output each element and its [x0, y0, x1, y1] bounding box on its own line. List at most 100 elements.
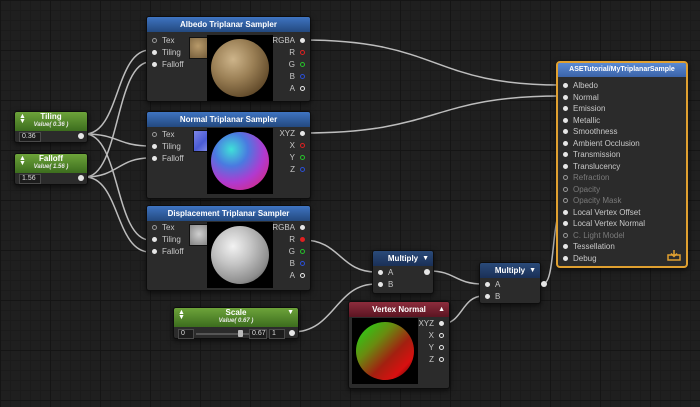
vertex-normal-header[interactable]: Vertex Normal ▲	[349, 302, 449, 317]
port-dot[interactable]	[300, 249, 305, 254]
displacement-output-b[interactable]: B	[290, 259, 306, 269]
port-dot[interactable]	[563, 221, 568, 226]
tiling-node-header[interactable]: ▲ ▼ Tiling Value( 0.36 )	[15, 112, 87, 131]
master-node-header[interactable]: ASETutorial/MyTriplanarSample	[558, 63, 686, 77]
port-dot[interactable]	[300, 143, 305, 148]
port-dot[interactable]	[563, 129, 568, 134]
normal-input-tex[interactable]: Tex	[151, 130, 174, 140]
normal-sampler-header[interactable]: Normal Triplanar Sampler	[147, 112, 310, 127]
master-port-emission[interactable]: Emission	[563, 103, 605, 114]
vertex-normal-output-x[interactable]: X	[429, 331, 445, 341]
master-output-node[interactable]: ASETutorial/MyTriplanarSample Albedo Norm…	[556, 61, 688, 268]
scale-slider-min[interactable]: 0	[178, 329, 194, 339]
port-dot[interactable]	[563, 244, 568, 249]
falloff-output-port[interactable]	[78, 175, 84, 181]
port-dot[interactable]	[300, 131, 305, 136]
port-dot[interactable]	[152, 249, 157, 254]
albedo-output-g[interactable]: G	[289, 60, 306, 70]
port-dot[interactable]	[300, 261, 305, 266]
port-dot[interactable]	[300, 86, 305, 91]
port-dot[interactable]	[300, 167, 305, 172]
port-dot[interactable]	[563, 186, 568, 192]
falloff-value-field[interactable]: 1.56	[19, 174, 41, 184]
port-dot[interactable]	[563, 152, 568, 157]
port-dot[interactable]	[300, 155, 305, 160]
dropdown-arrow-icon[interactable]: ▼	[422, 251, 429, 266]
albedo-input-tex[interactable]: Tex	[151, 36, 174, 46]
normal-output-x[interactable]: X	[290, 141, 306, 151]
port-dot[interactable]	[152, 38, 157, 43]
master-port-albedo[interactable]: Albedo	[563, 80, 598, 91]
master-port-c-light-model[interactable]: C. Light Model	[563, 230, 625, 241]
master-port-smoothness[interactable]: Smoothness	[563, 126, 617, 137]
displacement-input-tex[interactable]: Tex	[151, 223, 174, 233]
master-port-opacity-mask[interactable]: Opacity Mask	[563, 195, 621, 206]
albedo-input-falloff[interactable]: Falloff	[151, 60, 184, 70]
normal-output-z[interactable]: Z	[290, 165, 306, 175]
port-dot[interactable]	[563, 255, 568, 261]
vertex-normal-output-z[interactable]: Z	[429, 355, 445, 365]
port-dot[interactable]	[439, 357, 444, 362]
port-dot[interactable]	[152, 156, 157, 161]
save-icon[interactable]	[667, 248, 681, 261]
albedo-output-b[interactable]: B	[290, 72, 306, 82]
albedo-output-a[interactable]: A	[290, 84, 306, 94]
albedo-output-rgba[interactable]: RGBA	[272, 36, 306, 46]
displacement-output-a[interactable]: A	[290, 271, 306, 281]
vertex-normal-output-y[interactable]: Y	[429, 343, 445, 353]
scale-slider-max[interactable]: 1	[269, 329, 285, 339]
multiply-node-2[interactable]: Multiply ▼ A B	[479, 262, 547, 304]
port-dot[interactable]	[152, 237, 157, 242]
port-dot[interactable]	[563, 117, 568, 123]
port-dot[interactable]	[563, 232, 568, 238]
falloff-node-header[interactable]: ▲ ▼ Falloff Value( 1.56 )	[15, 154, 87, 173]
vertex-normal-node[interactable]: Vertex Normal ▲ XYZ X Y Z	[348, 301, 450, 389]
dropdown-arrow-icon[interactable]: ▼	[287, 308, 294, 318]
port-dot[interactable]	[300, 38, 305, 43]
port-dot[interactable]	[485, 282, 490, 287]
normal-sampler-node[interactable]: Normal Triplanar Sampler Tex Tiling Fall…	[146, 111, 311, 199]
albedo-input-tiling[interactable]: Tiling	[151, 48, 181, 58]
multiply-2-input-b[interactable]: B	[484, 292, 500, 302]
normal-input-tiling[interactable]: Tiling	[151, 142, 181, 152]
scale-node-header[interactable]: ▲ ▼ Scale Value( 0.67 ) ▼	[174, 308, 298, 327]
multiply-1-header[interactable]: Multiply ▼	[373, 251, 433, 266]
scale-node[interactable]: ▲ ▼ Scale Value( 0.67 ) ▼ 0 0.67 1	[173, 307, 299, 339]
port-dot[interactable]	[152, 50, 157, 55]
displacement-output-g[interactable]: G	[289, 247, 306, 257]
master-port-ambient-occlusion[interactable]: Ambient Occlusion	[563, 138, 640, 149]
displacement-sampler-header[interactable]: Displacement Triplanar Sampler	[147, 206, 310, 221]
master-port-metallic[interactable]: Metallic	[563, 115, 600, 126]
port-dot[interactable]	[563, 198, 568, 203]
port-dot[interactable]	[563, 94, 568, 100]
port-dot[interactable]	[563, 163, 568, 169]
port-dot[interactable]	[152, 225, 157, 230]
master-port-tessellation[interactable]: Tessellation	[563, 241, 615, 252]
tiling-output-port[interactable]	[78, 133, 84, 139]
master-port-translucency[interactable]: Translucency	[563, 161, 620, 172]
displacement-output-rgba[interactable]: RGBA	[272, 223, 306, 233]
master-port-debug[interactable]: Debug	[563, 253, 597, 264]
port-dot[interactable]	[378, 282, 383, 287]
multiply-1-input-b[interactable]: B	[377, 280, 393, 290]
port-dot[interactable]	[563, 209, 568, 215]
master-port-refraction[interactable]: Refraction	[563, 172, 609, 183]
multiply-2-header[interactable]: Multiply ▼	[480, 263, 540, 278]
port-dot[interactable]	[563, 140, 568, 146]
port-dot[interactable]	[439, 321, 444, 326]
port-dot[interactable]	[378, 270, 383, 275]
port-dot[interactable]	[300, 225, 305, 230]
albedo-sampler-node[interactable]: Albedo Triplanar Sampler Tex Tiling Fall…	[146, 16, 311, 102]
port-dot[interactable]	[563, 83, 568, 88]
port-dot[interactable]	[300, 273, 305, 278]
port-dot[interactable]	[563, 175, 568, 180]
multiply-2-output-port[interactable]	[541, 281, 547, 287]
multiply-node-1[interactable]: Multiply ▼ A B	[372, 250, 434, 294]
port-dot[interactable]	[300, 74, 305, 79]
albedo-output-r[interactable]: R	[289, 48, 306, 58]
tiling-value-field[interactable]: 0.36	[19, 132, 41, 142]
scale-output-port[interactable]	[289, 330, 295, 336]
normal-input-falloff[interactable]: Falloff	[151, 154, 184, 164]
albedo-sampler-header[interactable]: Albedo Triplanar Sampler	[147, 17, 310, 32]
falloff-node[interactable]: ▲ ▼ Falloff Value( 1.56 ) 1.56	[14, 153, 88, 185]
